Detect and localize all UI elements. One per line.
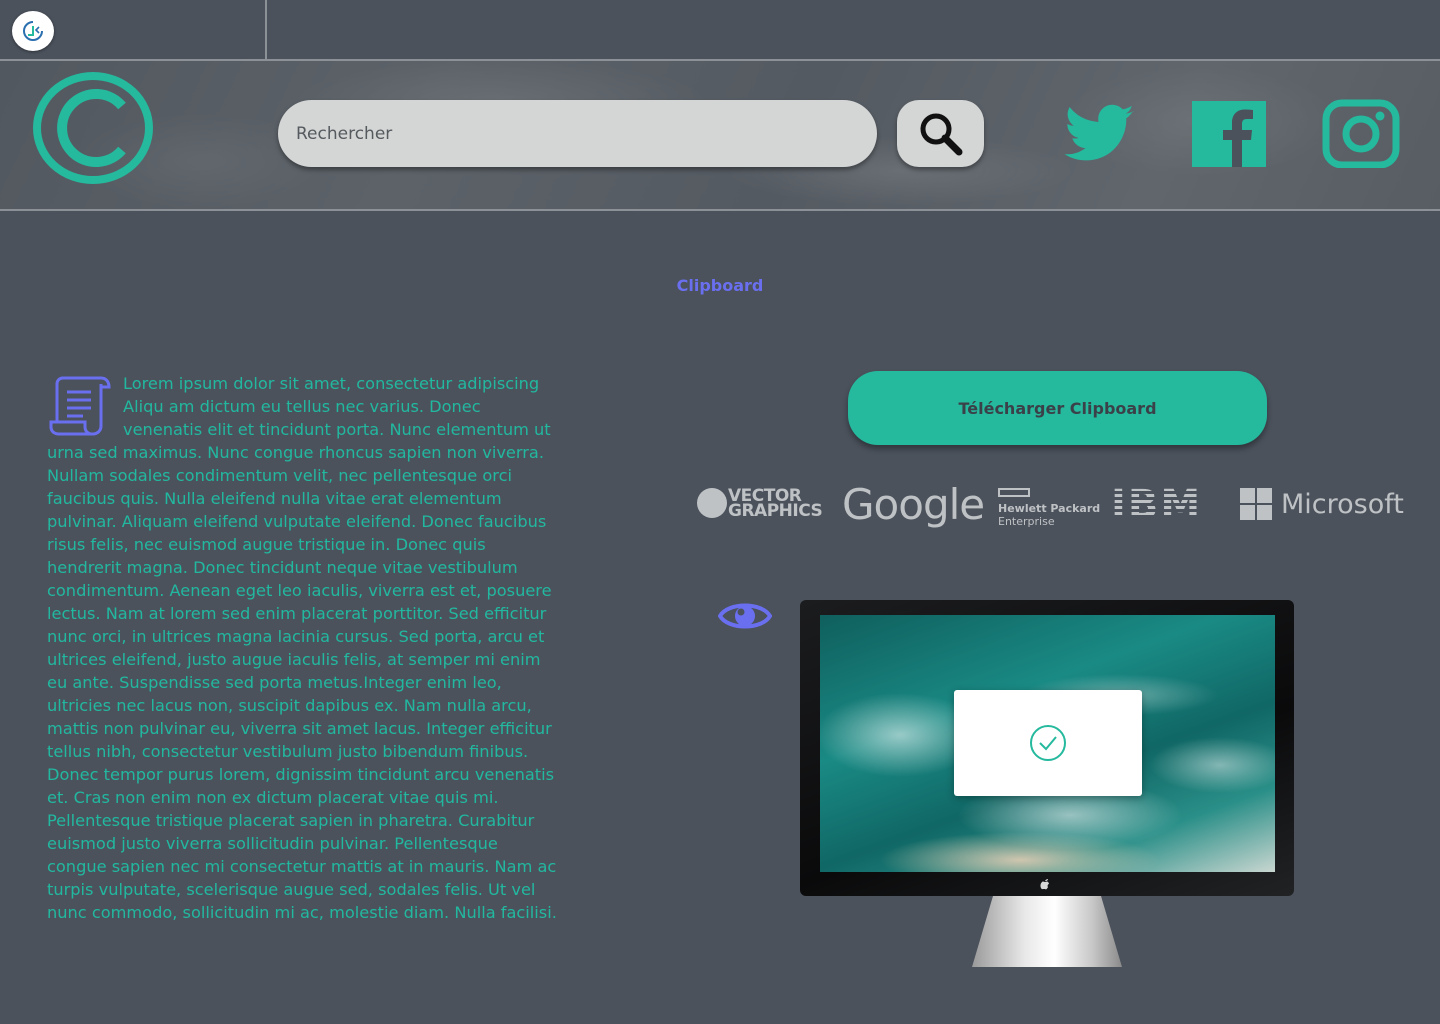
hpe-logo: Hewlett Packard Enterprise [998, 488, 1100, 528]
search-button[interactable] [897, 100, 984, 167]
monitor-screen [820, 615, 1275, 872]
monitor-bezel [800, 600, 1294, 896]
search-icon [920, 113, 962, 155]
vector-graphics-mark [697, 488, 727, 518]
search-input[interactable] [278, 100, 877, 167]
microsoft-mark [1240, 488, 1272, 520]
hpe-line2: Enterprise [998, 515, 1055, 528]
scroll-icon [49, 376, 111, 436]
monitor-stand [972, 896, 1122, 967]
vector-graphics-line2: GRAPHICS [728, 501, 823, 521]
microsoft-wordmark: Microsoft [1281, 488, 1404, 520]
google-logo: Google [842, 480, 985, 529]
monitor-preview [800, 600, 1294, 967]
success-dialog [954, 690, 1142, 796]
hpe-line1: Hewlett Packard [998, 502, 1101, 515]
twitter-icon[interactable] [1060, 98, 1140, 168]
facebook-icon[interactable] [1190, 98, 1268, 168]
hpe-mark [998, 488, 1030, 497]
apple-icon [1040, 879, 1049, 890]
ibm-logo: IBM [1111, 482, 1203, 528]
description-text: Lorem ipsum dolor sit amet, consectetur … [47, 374, 557, 922]
app-logo-icon[interactable] [12, 11, 54, 51]
partner-logos: VECTOR GRAPHICS Google Hewlett Packard En… [0, 480, 1440, 540]
description-text-block: Lorem ipsum dolor sit amet, consectetur … [47, 372, 557, 924]
check-icon [1030, 725, 1066, 761]
copyright-logo-icon[interactable] [32, 72, 154, 184]
top-bar [0, 0, 1440, 61]
eye-icon[interactable] [718, 596, 772, 636]
download-clipboard-button[interactable]: Télécharger Clipboard [848, 371, 1267, 445]
instagram-icon[interactable] [1322, 98, 1400, 168]
microsoft-logo: Microsoft [1240, 488, 1404, 520]
page-title: Clipboard [676, 276, 764, 295]
header [0, 61, 1440, 211]
top-bar-divider [265, 0, 267, 60]
